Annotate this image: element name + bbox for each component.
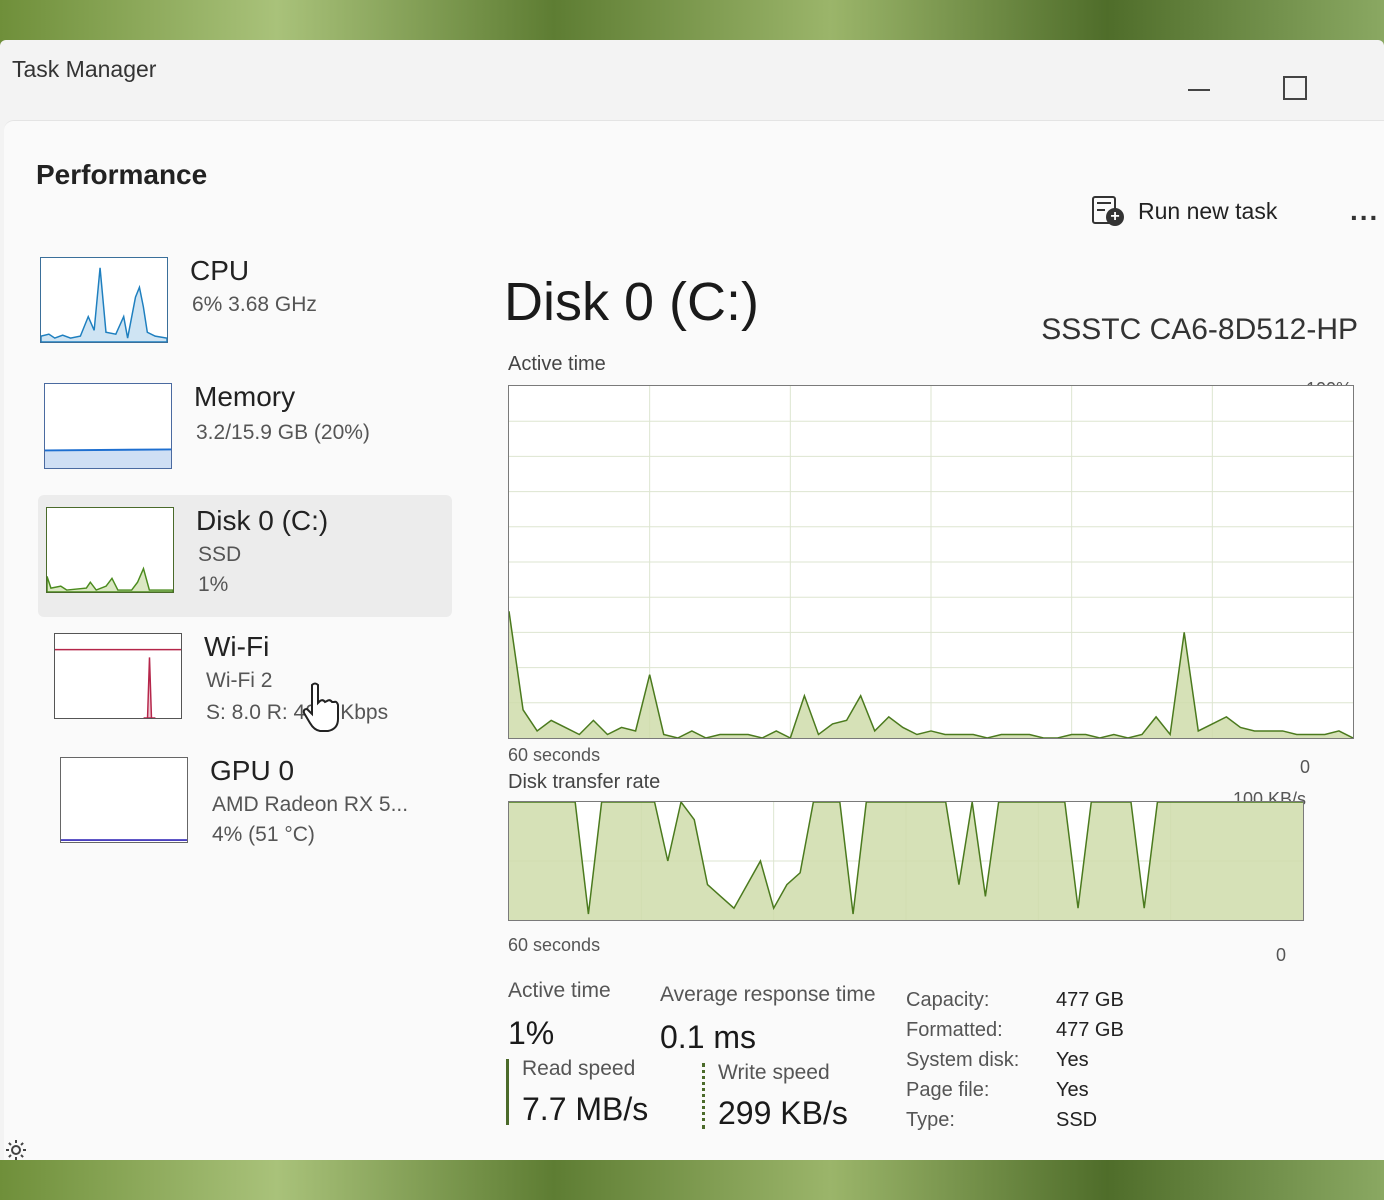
gpu-thumbnail-chart bbox=[60, 757, 188, 843]
sidebar-item-label: Wi-Fi bbox=[204, 631, 270, 662]
active-time-stat-label: Active time bbox=[508, 979, 611, 1002]
info-key: Formatted: bbox=[906, 1019, 1003, 1041]
transfer-rate-chart bbox=[508, 801, 1304, 921]
avg-response-value: 0.1 ms bbox=[660, 1019, 757, 1055]
run-new-task-label: Run new task bbox=[1138, 197, 1278, 224]
disk-thumbnail-chart bbox=[46, 507, 174, 593]
wifi-speed-text: S: 8.0 R: 40.0 Kbps bbox=[206, 701, 389, 724]
type-row: Type: SSD bbox=[906, 1109, 1206, 1139]
info-key: Page file: bbox=[906, 1079, 990, 1101]
title-bar: Task Manager bbox=[0, 40, 1384, 120]
active-time-stat-value: 1% bbox=[508, 1015, 555, 1051]
cpu-usage-text: 6% 3.68 GHz bbox=[192, 293, 317, 316]
memory-thumbnail-chart bbox=[44, 383, 172, 469]
memory-usage-text: 3.2/15.9 GB (20%) bbox=[196, 421, 370, 444]
active-time-min-label: 0 bbox=[1299, 757, 1310, 777]
gpu-usage-text: 4% (51 °C) bbox=[212, 823, 315, 846]
transfer-rate-plot bbox=[509, 802, 1303, 920]
sidebar-item-label: GPU 0 bbox=[210, 755, 295, 786]
capacity-row: Capacity: 477 GB bbox=[906, 989, 1206, 1019]
maximize-button[interactable] bbox=[1276, 70, 1316, 110]
disk-type-text: SSD bbox=[198, 543, 242, 566]
avg-response-label: Average response time bbox=[660, 983, 876, 1006]
page-file-row: Page file: Yes bbox=[906, 1079, 1206, 1109]
active-time-chart-label: Active time bbox=[508, 353, 606, 375]
series-area bbox=[509, 802, 1303, 920]
hand-cursor-icon bbox=[302, 682, 339, 732]
cpu-thumbnail-chart bbox=[40, 257, 168, 343]
sidebar-item-memory[interactable]: Memory 3.2/15.9 GB (20%) bbox=[36, 371, 450, 493]
active-time-plot bbox=[509, 386, 1353, 738]
active-time-x-label: 60 seconds bbox=[508, 745, 601, 765]
app-title: Task Manager bbox=[12, 56, 157, 82]
sidebar-item-cpu[interactable]: CPU 6% 3.68 GHz bbox=[32, 245, 446, 367]
info-value: 477 GB bbox=[1056, 989, 1124, 1011]
task-manager-window: Task Manager Performance + Run new task … bbox=[0, 40, 1384, 1160]
system-disk-row: System disk: Yes bbox=[906, 1049, 1206, 1079]
info-value: Yes bbox=[1056, 1079, 1089, 1101]
settings-gear-icon[interactable] bbox=[4, 1138, 28, 1162]
disk-title: Disk 0 (C:) bbox=[504, 272, 759, 332]
info-value: SSD bbox=[1056, 1109, 1098, 1131]
transfer-rate-min-label: 0 bbox=[1275, 945, 1286, 965]
info-value: 477 GB bbox=[1056, 1019, 1124, 1041]
info-key: Capacity: bbox=[906, 989, 990, 1011]
wifi-thumbnail-chart bbox=[54, 633, 182, 719]
sidebar-item-label: CPU bbox=[190, 255, 250, 286]
sidebar-item-label: Disk 0 (C:) bbox=[196, 505, 329, 536]
read-speed-label: Read speed bbox=[522, 1057, 636, 1080]
page-title: Performance bbox=[36, 159, 208, 190]
disk-usage-text: 1% bbox=[198, 573, 229, 596]
info-key: Type: bbox=[906, 1109, 955, 1131]
read-speed-value: 7.7 MB/s bbox=[522, 1091, 649, 1127]
write-speed-indicator bbox=[702, 1063, 705, 1129]
info-key: System disk: bbox=[906, 1049, 1020, 1071]
transfer-rate-x-label: 60 seconds bbox=[508, 935, 601, 955]
sidebar-item-gpu[interactable]: GPU 0 AMD Radeon RX 5... 4% (51 °C) bbox=[52, 745, 466, 867]
info-value: Yes bbox=[1056, 1049, 1089, 1071]
run-new-task-button[interactable]: + Run new task bbox=[1090, 191, 1277, 231]
more-options-button[interactable]: ... bbox=[1350, 195, 1379, 227]
sidebar-item-disk[interactable]: Disk 0 (C:) SSD 1% bbox=[38, 495, 452, 617]
performance-sidebar: CPU 6% 3.68 GHz Memory 3.2/15.9 GB (20%)… bbox=[32, 245, 452, 865]
disk-model: SSSTC CA6-8D512-HP bbox=[1041, 313, 1358, 346]
transfer-rate-chart-label: Disk transfer rate bbox=[508, 771, 661, 793]
run-task-icon: + bbox=[1090, 194, 1124, 228]
sidebar-item-label: Memory bbox=[194, 381, 296, 412]
gpu-model-text: AMD Radeon RX 5... bbox=[212, 793, 409, 816]
write-speed-value: 299 KB/s bbox=[718, 1095, 848, 1131]
active-time-chart bbox=[508, 385, 1354, 739]
formatted-row: Formatted: 477 GB bbox=[906, 1019, 1206, 1049]
write-speed-label: Write speed bbox=[718, 1061, 830, 1084]
read-speed-indicator bbox=[506, 1059, 509, 1125]
wifi-adapter-text: Wi-Fi 2 bbox=[206, 669, 273, 692]
sidebar-item-wifi[interactable]: Wi-Fi Wi-Fi 2 S: 8.0 R: 40.0 Kbps bbox=[46, 621, 460, 743]
content-area: Performance + Run new task ... CPU 6% 3.… bbox=[4, 120, 1384, 1160]
minimize-button[interactable] bbox=[1180, 70, 1220, 110]
